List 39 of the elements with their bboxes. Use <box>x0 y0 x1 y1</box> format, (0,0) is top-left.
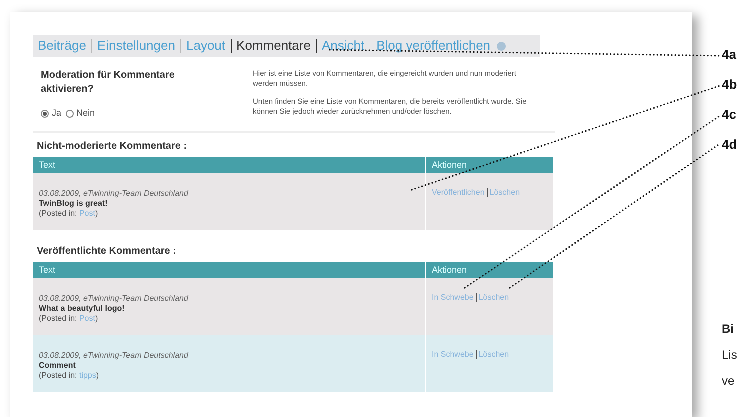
nav-tab[interactable]: Kommentare <box>236 36 311 56</box>
publish-tab[interactable]: Blog veröffentlichen <box>376 36 506 56</box>
callout-label: 4c <box>722 106 738 124</box>
action-link[interactable]: Löschen <box>490 188 520 198</box>
comment-meta: 03.08.2009, eTwinning-Team Deutschland <box>39 350 190 360</box>
radio-option[interactable]: Ja <box>41 107 62 120</box>
column-header: Aktionen <box>431 158 468 172</box>
section-heading: Nicht-moderierte Kommentare : <box>36 140 188 154</box>
caption-text: Lis <box>722 347 738 364</box>
nav-tab[interactable]: Einstellungen <box>97 36 176 56</box>
action-link[interactable]: Veröffentlichen <box>432 188 485 198</box>
post-link[interactable]: Post <box>79 208 96 218</box>
comment-title: Comment <box>39 360 77 370</box>
help-icon[interactable] <box>496 42 506 50</box>
callout-label: 4a <box>722 46 738 64</box>
callout-label: 4b <box>722 76 738 94</box>
nav-tab[interactable]: Beiträge <box>38 36 86 56</box>
question-label: Moderation für Kommentare aktivieren? <box>41 69 176 97</box>
caption-text: ve <box>722 373 736 390</box>
callout-label: 4d <box>722 136 738 154</box>
radio-option[interactable]: Nein <box>66 107 96 120</box>
posted-in-text: (Posted in: Post) <box>39 208 100 218</box>
caption-text: Bi <box>722 321 735 338</box>
comment-title: TwinBlog is great! <box>39 198 109 208</box>
nav-tab[interactable]: Layout <box>186 36 226 56</box>
posted-in-text: (Posted in: Post) <box>39 314 100 324</box>
action-link[interactable]: Löschen <box>478 350 510 360</box>
post-link[interactable]: tipps <box>79 370 96 380</box>
comment-title: What a beautyful logo! <box>39 304 126 314</box>
post-link[interactable]: Post <box>79 314 96 322</box>
posted-in-text: (Posted in: tipps) <box>39 370 100 380</box>
column-header: Aktionen <box>431 264 468 276</box>
action-link[interactable]: In Schwebe <box>432 350 474 360</box>
section-heading: Veröffentlichte Kommentare : <box>36 244 178 258</box>
nav-tab[interactable]: Ansicht <box>322 36 365 56</box>
action-link[interactable]: In Schwebe <box>432 292 474 302</box>
comment-meta: 03.08.2009, eTwinning-Team Deutschland <box>39 294 190 304</box>
comment-meta: 03.08.2009, eTwinning-Team Deutschland <box>39 188 190 198</box>
action-link[interactable]: Löschen <box>478 292 510 302</box>
